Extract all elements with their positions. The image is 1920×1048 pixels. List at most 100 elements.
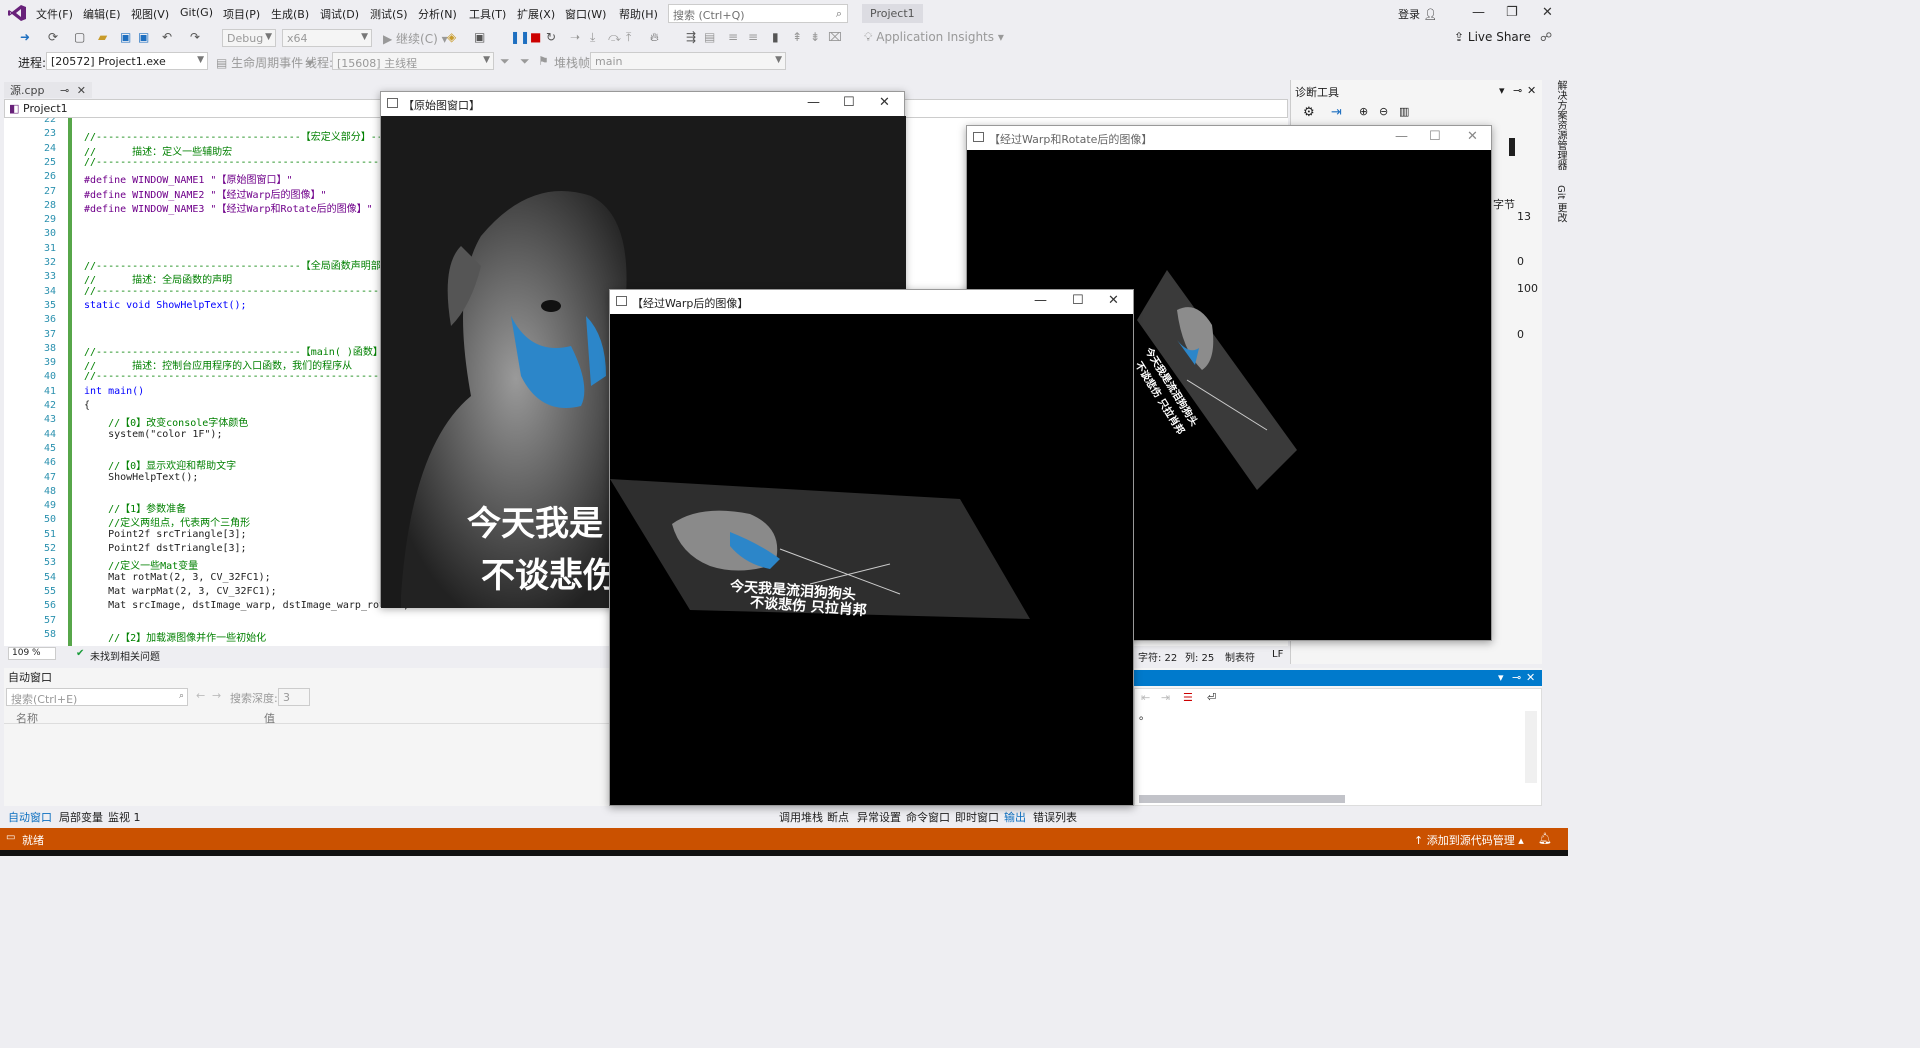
prev-message-icon[interactable]: ⇤ (1141, 691, 1150, 704)
menu-test[interactable]: 测试(S) (370, 6, 408, 22)
close-button[interactable]: ✕ (1542, 5, 1553, 20)
search-input[interactable]: 搜索 (Ctrl+Q) ⌕ (668, 4, 848, 23)
tab-source-cpp[interactable]: 源.cpp ⊸ ✕ (4, 82, 92, 98)
step-over-icon[interactable]: ⤼ (608, 30, 621, 45)
process-dropdown[interactable]: [20572] Project1.exe ▼ (46, 52, 208, 70)
menu-edit[interactable]: 编辑(E) (83, 6, 121, 22)
step-into-icon[interactable]: ⤓ (590, 30, 595, 45)
menu-file[interactable]: 文件(F) (36, 6, 73, 22)
code-line[interactable]: //定义两组点，代表两个三角形 (84, 514, 250, 529)
code-line[interactable]: Mat rotMat(2, 3, CV_32FC1); (84, 572, 271, 583)
lifecycle-events-button[interactable]: ▤ 生命周期事件 ▾ (216, 54, 313, 71)
code-line[interactable]: Mat srcImage, dstImage_warp, dstImage_wa… (84, 600, 409, 611)
attach-icon[interactable]: ◈ (447, 30, 456, 44)
redo-icon[interactable]: ↷ (190, 30, 200, 44)
clear-bookmarks-icon[interactable]: ⌧ (828, 30, 842, 44)
new-item-icon[interactable]: ▢ (74, 30, 85, 44)
bookmark-icon[interactable]: ▮ (772, 30, 779, 44)
code-line[interactable]: #define WINDOW_NAME1 "【原始图窗口】" (84, 171, 292, 186)
original-window-titlebar[interactable]: 【原始图窗口】 — ☐ ✕ (381, 92, 904, 116)
tab-watch[interactable]: 监视 1 (108, 809, 141, 825)
pin-icon[interactable]: ⊸ (1513, 84, 1522, 97)
pause-icon[interactable]: ❚❚ (510, 30, 530, 44)
code-line[interactable]: { (84, 400, 90, 411)
output-panel[interactable]: ⇤ ⇥ ☰ ⏎ 。 (1134, 688, 1542, 806)
indentation-mode[interactable]: 制表符 (1225, 649, 1255, 664)
side-tab-git-changes[interactable]: Git 更改 (1555, 185, 1566, 223)
code-line[interactable]: Point2f srcTriangle[3]; (84, 529, 246, 540)
minimize-button[interactable]: — (1034, 293, 1047, 308)
app-insights-button[interactable]: 💡︎ Application Insights ▾ (864, 30, 1004, 45)
login-link[interactable]: 登录 👤︎ (1398, 6, 1437, 22)
comment-icon[interactable]: ≡ (728, 30, 738, 44)
platform-dropdown[interactable]: x64 ▼ (282, 29, 372, 47)
horizontal-scrollbar[interactable] (1139, 795, 1345, 803)
menu-analyze[interactable]: 分析(N) (418, 6, 457, 22)
menu-window[interactable]: 窗口(W) (565, 6, 606, 22)
minimize-button[interactable]: — (1395, 129, 1408, 144)
forward-icon[interactable]: ⟳ (48, 30, 58, 44)
tab-breakpoints[interactable]: 断点 (827, 809, 849, 825)
menu-extensions[interactable]: 扩展(X) (517, 6, 555, 22)
code-line[interactable]: //----------------------------------【全局函… (84, 257, 381, 272)
source-control-button[interactable]: ↑ 添加到源代码管理 ▴ (1414, 832, 1524, 848)
filter-icon[interactable]: ⏷ (500, 54, 510, 69)
menu-help[interactable]: 帮助(H) (619, 6, 658, 22)
undo-icon[interactable]: ↶ (162, 30, 172, 44)
settings-icon[interactable]: ⚙ (1303, 105, 1315, 120)
code-line[interactable]: //--------------------------------------… (84, 157, 397, 168)
window-icon[interactable]: ▤ (704, 30, 715, 44)
zoom-in-icon[interactable]: ⊕ (1359, 105, 1368, 118)
pin-icon[interactable]: ⊸ (60, 84, 69, 97)
zoom-out-icon[interactable]: ⊖ (1379, 105, 1388, 118)
code-line[interactable]: Mat warpMat(2, 3, CV_32FC1); (84, 586, 277, 597)
close-panel-icon[interactable]: ✕ (1527, 84, 1536, 97)
tab-locals[interactable]: 局部变量 (59, 809, 103, 825)
code-line[interactable]: //【2】加载源图像并作一些初始化 (84, 629, 266, 644)
continue-button[interactable]: ▶ 继续(C) ▾ (383, 30, 448, 47)
menu-view[interactable]: 视图(V) (131, 6, 169, 22)
save-all-icon[interactable]: ▣ (138, 30, 149, 44)
flag-icon[interactable]: ⚑ (538, 54, 549, 68)
menu-project[interactable]: 项目(P) (223, 6, 260, 22)
depth-dropdown[interactable]: 3 (278, 688, 310, 706)
configuration-dropdown[interactable]: Debug ▼ (222, 29, 276, 47)
code-line[interactable]: #define WINDOW_NAME2 "【经过Warp后的图像】" (84, 186, 327, 201)
tab-output[interactable]: 输出 (1004, 809, 1026, 825)
close-button[interactable]: ✕ (1108, 293, 1119, 308)
zoom-dropdown[interactable]: 109 % (8, 647, 56, 660)
minimize-button[interactable]: — (807, 95, 820, 110)
warp-image-window[interactable]: 【经过Warp后的图像】 — ☐ ✕ 今天我是流泪狗狗头 不谈悲伤 只拉肖邦 (609, 289, 1134, 806)
column-header-name[interactable]: 名称 (16, 710, 38, 726)
column-header-value[interactable]: 值 (264, 710, 275, 726)
feedback-icon[interactable]: ☍ (1540, 30, 1552, 44)
word-wrap-icon[interactable]: ⏎ (1207, 691, 1216, 704)
close-button[interactable]: ✕ (1467, 129, 1478, 144)
restore-button[interactable]: ❐ (1506, 5, 1518, 20)
code-line[interactable]: //【0】改变console字体颜色 (84, 414, 248, 429)
next-bookmark-icon[interactable]: ⇟ (810, 30, 820, 44)
menu-git[interactable]: Git(G) (180, 6, 213, 19)
menu-debug[interactable]: 调试(D) (320, 6, 359, 22)
screenshot-icon[interactable]: ▣ (474, 30, 485, 44)
code-line[interactable]: //【0】显示欢迎和帮助文字 (84, 457, 236, 472)
rotate-window-titlebar[interactable]: 【经过Warp和Rotate后的图像】 — ☐ ✕ (967, 126, 1491, 150)
line-ending[interactable]: LF (1272, 649, 1283, 660)
back-arrow-icon[interactable]: ← (196, 689, 205, 702)
maximize-button[interactable]: ☐ (1429, 129, 1441, 144)
code-line[interactable]: Point2f dstTriangle[3]; (84, 543, 246, 554)
code-line[interactable]: //定义一些Mat变量 (84, 557, 198, 572)
hot-reload-icon[interactable]: 🔥︎ (650, 30, 659, 45)
code-line[interactable]: //--------------------------------------… (84, 286, 397, 297)
tab-immediate-window[interactable]: 即时窗口 (955, 809, 999, 825)
next-message-icon[interactable]: ⇥ (1161, 691, 1170, 704)
restart-icon[interactable]: ↻ (546, 30, 556, 44)
save-icon[interactable]: ▣ (120, 30, 131, 44)
code-line[interactable]: static void ShowHelpText(); (84, 300, 247, 311)
code-line[interactable]: ShowHelpText(); (84, 472, 198, 483)
vertical-scrollbar[interactable] (1525, 711, 1537, 783)
clear-all-icon[interactable]: ☰ (1183, 691, 1193, 704)
uncomment-icon[interactable]: ≡ (748, 30, 758, 44)
close-panel-icon[interactable]: ✕ (1526, 671, 1535, 684)
filter-toggle-icon[interactable]: ⏷ (520, 54, 530, 69)
